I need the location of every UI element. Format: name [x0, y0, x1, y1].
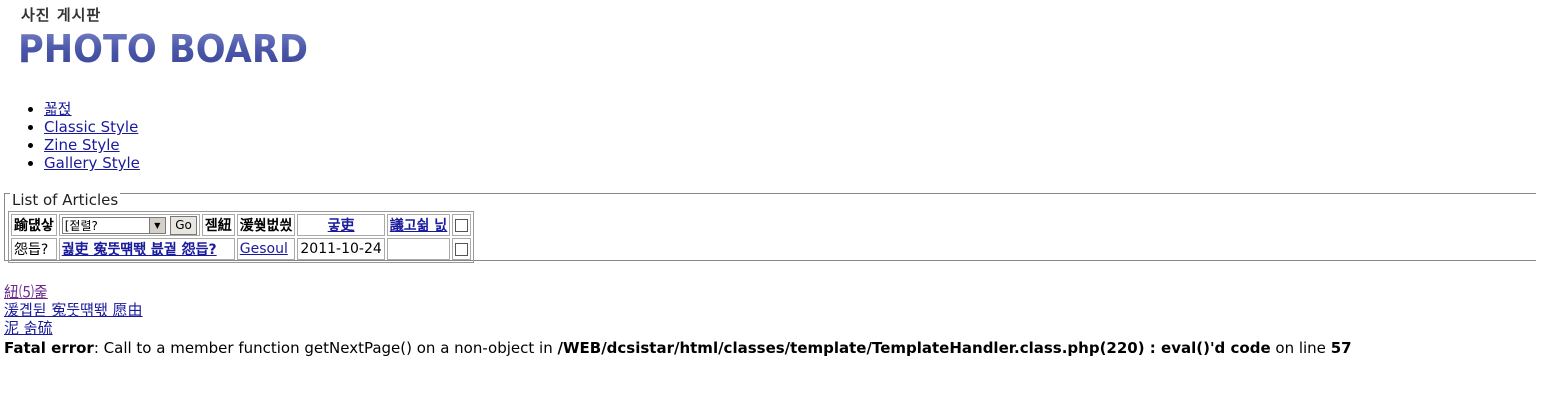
nav-link-gallery-style[interactable]: Gallery Style	[44, 154, 140, 172]
row-title-cell: 궗吏 寃뚯떆뙋 븞궡 怨듭?	[58, 238, 235, 260]
header-author: 湲쒖벖씠	[236, 214, 296, 236]
list-link[interactable]: 紐⑸줉	[4, 283, 48, 301]
nav-link-zine-style[interactable]: Zine Style	[44, 136, 120, 154]
style-nav: 꾧젅 Classic Style Zine Style Gallery Styl…	[0, 100, 140, 172]
header-views: 議고쉶 닔	[386, 214, 451, 236]
row-title-link[interactable]: 궗吏 寃뚯떆뙋 븞궡 怨듭?	[62, 242, 217, 258]
fatal-error-line: 57	[1330, 339, 1352, 357]
nav-item-gallery: Gallery Style	[44, 154, 140, 172]
articles-legend: List of Articles	[10, 191, 121, 209]
sort-select[interactable]: [젙렬? ▼	[61, 216, 166, 234]
go-button[interactable]: Go	[170, 215, 197, 235]
nav-link-classic-style[interactable]: Classic Style	[44, 118, 138, 136]
board-subtitle: 사진 게시판	[21, 6, 102, 24]
row-number: 怨듭?	[11, 238, 57, 260]
fatal-error-path: /WEB/dcsistar/html/classes/template/Temp…	[557, 339, 1271, 357]
articles-table: 踰덊샇 [젙렬? ▼ Go 젣紐 湲쒖벖씠 궇吏 議고쉶 닔 怨듭? 궗吏 寃뚯…	[8, 211, 475, 263]
select-all-checkbox[interactable]	[455, 218, 469, 232]
fatal-error-text: : Call to a member function getNextPage(…	[93, 339, 558, 357]
nav-item-classic: Classic Style	[44, 118, 140, 136]
row-author-link[interactable]: Gesoul	[240, 241, 288, 257]
header-title: 젣紐	[201, 214, 235, 236]
table-row: 怨듭? 궗吏 寃뚯떆뙋 븞궡 怨듭? Gesoul 2011-10-24	[11, 238, 472, 260]
fatal-error-message: Fatal error: Call to a member function g…	[4, 339, 1352, 357]
nav-item-zine: Zine Style	[44, 136, 140, 154]
row-checkbox[interactable]	[455, 242, 469, 256]
articles-frame: List of Articles 踰덊샇 [젙렬? ▼ Go 젣紐 湲쒖벖씠 궇…	[4, 191, 1536, 263]
sort-select-value: [젙렬?	[64, 218, 98, 233]
row-author-cell: Gesoul	[236, 238, 296, 260]
first-page-link[interactable]: 泥 솕硫	[4, 319, 53, 337]
sort-by-views-link[interactable]: 議고쉶 닔	[390, 218, 448, 234]
header-sort-cell: [젙렬? ▼ Go	[58, 214, 200, 236]
table-header-row: 踰덊샇 [젙렬? ▼ Go 젣紐 湲쒖벖씠 궇吏 議고쉶 닔	[11, 214, 472, 236]
header-select-all	[452, 214, 472, 236]
bottom-links: 紐⑸줉 湲곕뒫 寃뚯떆뙋 愿由 泥 솕硫	[4, 283, 143, 337]
row-select-cell	[452, 238, 472, 260]
logo-text: PHOTO BOARD	[18, 27, 308, 68]
row-views	[386, 238, 451, 260]
header-number: 踰덊샇	[11, 214, 57, 236]
nav-item-default: 꾧젅	[44, 100, 140, 118]
logo: 사진 게시판 PHOTO BOARD	[18, 4, 318, 68]
chevron-down-icon[interactable]: ▼	[148, 217, 165, 233]
row-date: 2011-10-24	[297, 238, 385, 260]
header-date: 궇吏	[297, 214, 385, 236]
nav-link-default[interactable]: 꾧젅	[44, 100, 72, 118]
fatal-error-label: Fatal error	[4, 339, 94, 357]
board-admin-link[interactable]: 湲곕뒫 寃뚯떆뙋 愿由	[4, 301, 143, 319]
sort-by-date-link[interactable]: 궇吏	[328, 218, 355, 234]
fatal-error-suffix: on line	[1270, 339, 1331, 357]
photo-board-logo: PHOTO BOARD	[18, 27, 308, 68]
